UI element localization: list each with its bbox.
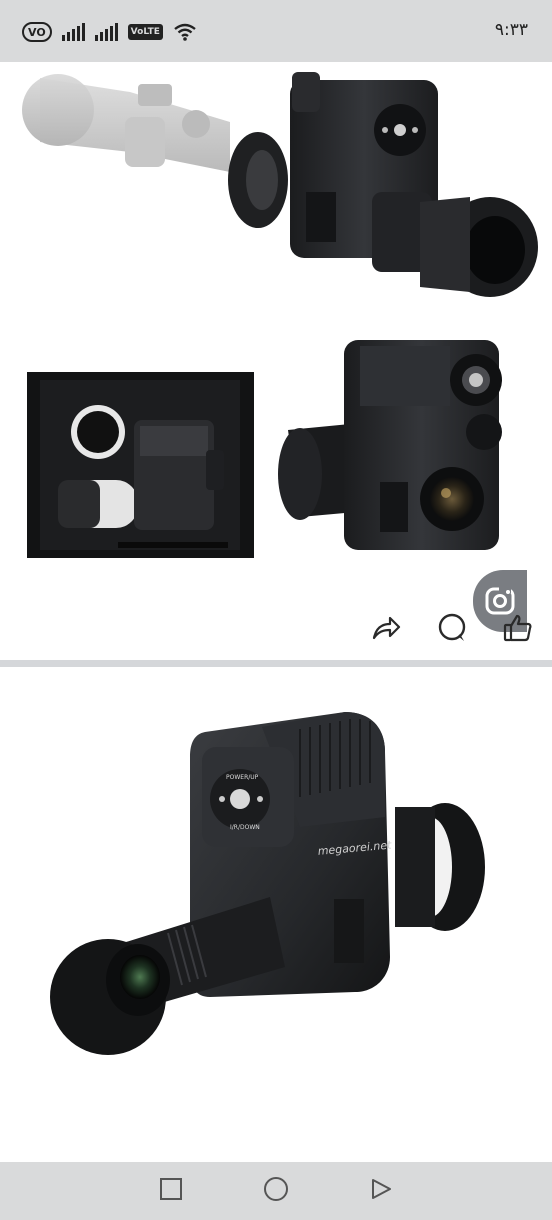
comment-button[interactable]	[436, 612, 468, 644]
device-front-image	[278, 340, 502, 550]
signal-icon	[61, 23, 85, 41]
triangle-back-icon	[371, 1179, 391, 1199]
clock: ۹:۳۳	[494, 20, 528, 40]
vo-label: VO	[28, 25, 46, 39]
status-icons: VO VoLTE	[22, 22, 197, 42]
post-1-actions	[370, 612, 534, 644]
navigation-bar	[0, 1162, 552, 1220]
box-image	[27, 372, 254, 558]
share-icon	[372, 616, 401, 640]
comment-icon	[438, 613, 466, 641]
back-button[interactable]	[369, 1177, 393, 1205]
post-1-image-collage[interactable]	[0, 62, 552, 607]
circle-icon	[263, 1177, 288, 1201]
status-bar: VO VoLTE ۹:۳۳	[0, 0, 552, 62]
vo-indicator: VO	[22, 22, 52, 42]
down-label: I/R/DOWN	[230, 824, 260, 831]
recents-button[interactable]	[159, 1177, 183, 1205]
lens-icon	[485, 587, 515, 615]
post-2: POWER/UP I/R/DOWN megaorei.net	[0, 667, 552, 1162]
post-2-device-image[interactable]: POWER/UP I/R/DOWN megaorei.net	[0, 667, 552, 1162]
post-divider	[0, 660, 552, 667]
signal-icon-2	[94, 23, 118, 41]
share-button[interactable]	[370, 612, 402, 644]
volte-badge: VoLTE	[127, 24, 163, 40]
post-1	[0, 62, 552, 660]
power-label: POWER/UP	[226, 774, 259, 781]
thumbs-up-icon	[503, 614, 532, 642]
wifi-icon	[174, 23, 196, 41]
square-icon	[160, 1178, 183, 1200]
like-button[interactable]	[502, 612, 534, 644]
scope-image	[22, 72, 538, 297]
home-button[interactable]	[262, 1175, 290, 1207]
